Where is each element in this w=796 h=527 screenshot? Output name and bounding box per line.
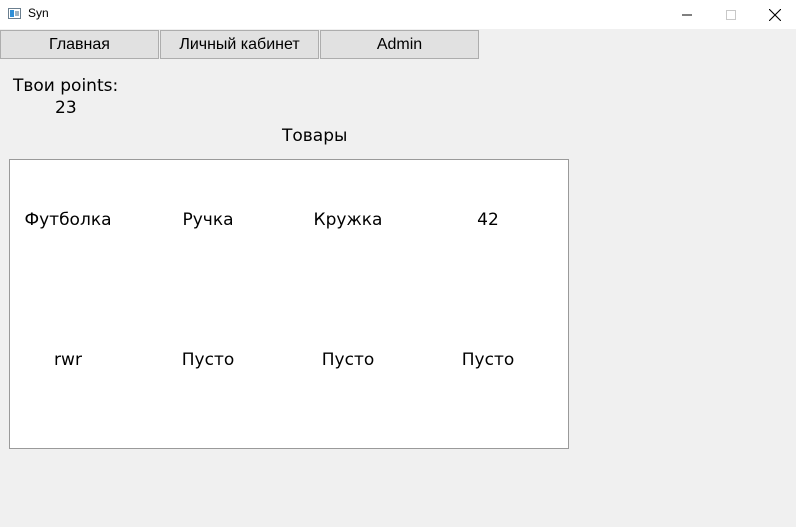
maximize-button[interactable] <box>708 0 753 29</box>
goods-item[interactable]: rwr <box>0 350 138 370</box>
goods-item[interactable]: Пусто <box>138 350 278 370</box>
minimize-icon <box>681 14 692 15</box>
home-button[interactable]: Главная <box>0 30 159 59</box>
title-bar: Syn <box>0 0 796 29</box>
goods-item[interactable]: Футболка <box>0 210 138 230</box>
close-icon <box>768 8 781 21</box>
window-title: Syn <box>28 6 49 20</box>
goods-title: Товары <box>282 126 348 146</box>
goods-item[interactable]: 42 <box>418 210 558 230</box>
goods-item[interactable]: Кружка <box>278 210 418 230</box>
points-label: Твои points: <box>13 76 119 96</box>
maximize-icon <box>725 9 736 20</box>
minimize-button[interactable] <box>664 0 709 29</box>
goods-item[interactable]: Пусто <box>418 350 558 370</box>
close-button[interactable] <box>752 0 796 29</box>
goods-item[interactable]: Ручка <box>138 210 278 230</box>
app-icon <box>8 8 21 19</box>
personal-cabinet-button[interactable]: Личный кабинет <box>160 30 319 59</box>
goods-grid: Футболка Ручка Кружка 42 rwr Пусто Пусто… <box>9 159 569 449</box>
goods-item[interactable]: Пусто <box>278 350 418 370</box>
admin-button[interactable]: Admin <box>320 30 479 59</box>
points-value: 23 <box>55 98 77 118</box>
